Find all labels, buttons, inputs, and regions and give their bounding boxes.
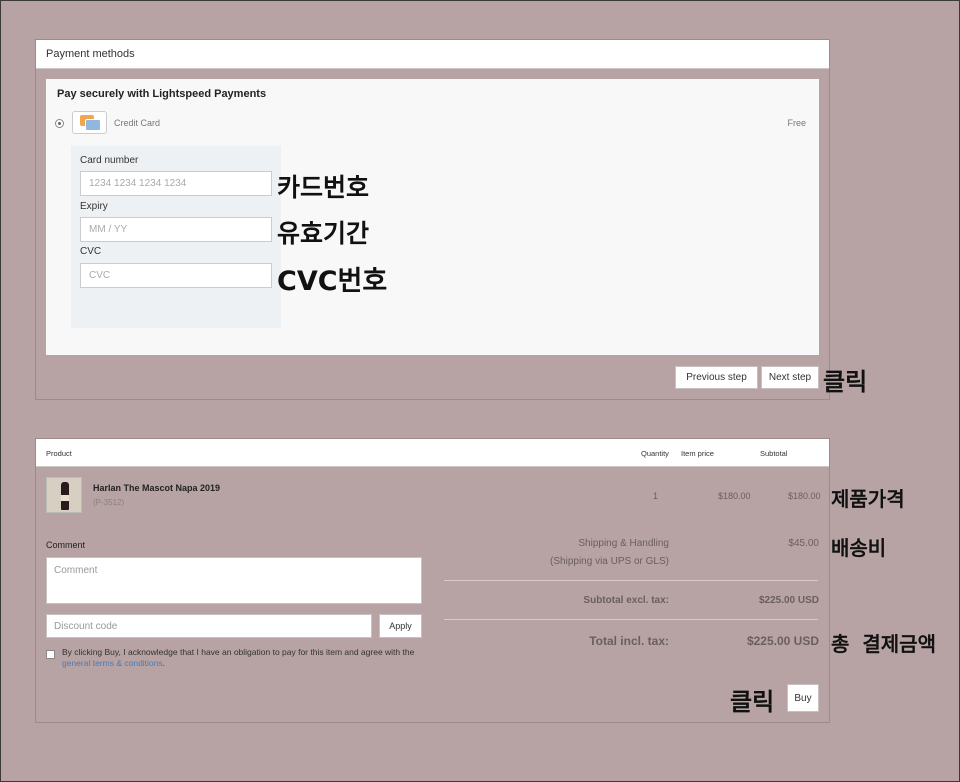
- order-table-header: Product Quantity Item price Subtotal: [36, 439, 829, 467]
- divider: [444, 619, 818, 620]
- lightspeed-payments-box: Pay securely with Lightspeed Payments Cr…: [46, 79, 819, 355]
- terms-end: .: [162, 658, 166, 668]
- column-quantity: Quantity: [641, 449, 669, 458]
- subtotal-label: Subtotal excl. tax:: [583, 595, 669, 606]
- total-value: $225.00 USD: [746, 634, 819, 648]
- terms-link[interactable]: general terms & conditions: [62, 658, 163, 668]
- card-number-label: Card number: [80, 155, 139, 166]
- cvc-label: CVC: [80, 246, 102, 257]
- annotation-product-price: 제품가격: [831, 487, 905, 511]
- product-price: $180.00: [718, 491, 751, 501]
- product-subtotal: $180.00: [788, 491, 821, 501]
- column-item-price: Item price: [681, 449, 714, 458]
- subtotal-value: $225.00 USD: [758, 595, 819, 606]
- buy-button[interactable]: Buy: [787, 684, 819, 712]
- annotation-card-number: 카드번호: [277, 173, 370, 202]
- expiry-label: Expiry: [80, 201, 108, 212]
- apply-button[interactable]: Apply: [379, 614, 422, 638]
- terms-checkbox[interactable]: [46, 650, 55, 659]
- pay-securely-title: Pay securely with Lightspeed Payments: [57, 88, 267, 100]
- shipping-method: (Shipping via UPS or GLS): [550, 556, 669, 567]
- expiry-input[interactable]: MM / YY: [80, 217, 272, 242]
- payment-methods-header: Payment methods: [36, 40, 829, 69]
- card-number-input[interactable]: 1234 1234 1234 1234: [80, 171, 272, 196]
- card-form: Card number 1234 1234 1234 1234 Expiry M…: [71, 146, 281, 328]
- credit-card-icon: [72, 111, 107, 134]
- discount-code-input[interactable]: Discount code: [46, 614, 372, 638]
- terms-statement: By clicking Buy, I acknowledge that I ha…: [62, 647, 415, 657]
- payment-methods-panel: Payment methods Pay securely with Lights…: [35, 39, 830, 400]
- shipping-label: Shipping & Handling: [578, 538, 669, 549]
- payment-methods-title: Payment methods: [46, 48, 135, 60]
- annotation-click-buy: 클릭: [730, 688, 775, 716]
- total-label: Total incl. tax:: [589, 634, 669, 648]
- annotation-expiry: 유효기간: [277, 219, 370, 248]
- annotation-click-next: 클릭: [823, 368, 868, 396]
- annotation-shipping: 배송비: [831, 536, 887, 560]
- credit-card-radio[interactable]: [55, 119, 64, 128]
- shipping-value: $45.00: [788, 538, 819, 549]
- annotation-cvc: CVC번호: [277, 266, 388, 297]
- credit-card-price: Free: [787, 118, 806, 128]
- order-summary-panel: Product Quantity Item price Subtotal Har…: [35, 438, 830, 723]
- previous-step-button[interactable]: Previous step: [675, 366, 758, 389]
- comment-label: Comment: [46, 540, 86, 550]
- annotation-total: 총 결제금액: [831, 632, 936, 656]
- product-quantity: 1: [653, 491, 659, 501]
- column-product: Product: [46, 449, 72, 458]
- column-subtotal: Subtotal: [760, 449, 788, 458]
- comment-textarea[interactable]: Comment: [46, 557, 422, 604]
- divider: [444, 580, 818, 581]
- product-name: Harlan The Mascot Napa 2019: [93, 483, 221, 493]
- terms-text: By clicking Buy, I acknowledge that I ha…: [62, 647, 422, 669]
- product-thumbnail: [46, 477, 82, 513]
- product-sku: (P-3512): [93, 498, 125, 507]
- next-step-button[interactable]: Next step: [761, 366, 819, 389]
- cvc-input[interactable]: CVC: [80, 263, 272, 288]
- credit-card-label: Credit Card: [114, 118, 161, 128]
